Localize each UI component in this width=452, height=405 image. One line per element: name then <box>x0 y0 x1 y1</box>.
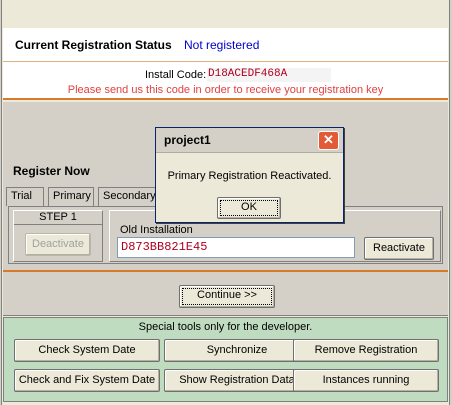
close-icon[interactable]: ✕ <box>318 131 339 150</box>
install-code-label: Install Code: <box>145 69 207 81</box>
instances-running-button[interactable]: Instances running <box>293 369 439 392</box>
dialog-titlebar[interactable]: project1 ✕ <box>156 128 343 153</box>
tab-secondary[interactable]: Secondary <box>98 187 160 206</box>
registration-status-panel: Current Registration Status Not register… <box>3 28 448 100</box>
old-installation-label: Old Installation <box>120 224 193 236</box>
register-now-heading: Register Now <box>13 164 90 178</box>
reactivate-button[interactable]: Reactivate <box>364 237 434 260</box>
developer-tools-panel: Special tools only for the developer. Ch… <box>3 317 448 402</box>
dialog-message: Primary Registration Reactivated. <box>167 170 332 182</box>
deactivate-button[interactable]: Deactivate <box>25 233 91 256</box>
tab-trial[interactable]: Trial <box>6 187 44 206</box>
continue-area: Continue >> <box>3 272 448 316</box>
tab-primary[interactable]: Primary <box>48 187 94 206</box>
step-1-label: STEP 1 <box>14 211 102 225</box>
continue-button[interactable]: Continue >> <box>179 285 275 308</box>
install-code-value[interactable]: D18ACEDF468A <box>207 68 331 82</box>
status-value: Not registered <box>184 38 260 52</box>
message-dialog: project1 ✕ Primary Registration Reactiva… <box>155 127 344 223</box>
old-installation-input[interactable]: D873BB821E45 <box>117 237 355 258</box>
check-system-date-button[interactable]: Check System Date <box>14 339 160 362</box>
status-row: Current Registration Status Not register… <box>3 28 448 62</box>
window-frame-left <box>0 0 2 405</box>
remove-registration-button[interactable]: Remove Registration <box>293 339 439 362</box>
install-code-hint: Please send us this code in order to rec… <box>67 84 384 96</box>
step-1-box: STEP 1 Deactivate <box>13 210 103 262</box>
dialog-title: project1 <box>164 133 211 147</box>
ok-button[interactable]: OK <box>217 197 281 219</box>
developer-tools-title: Special tools only for the developer. <box>138 321 313 333</box>
status-label: Current Registration Status <box>15 38 172 52</box>
show-registration-data-button[interactable]: Show Registration Data <box>164 369 310 392</box>
synchronize-button[interactable]: Synchronize <box>164 339 310 362</box>
check-and-fix-system-date-button[interactable]: Check and Fix System Date <box>14 369 160 392</box>
